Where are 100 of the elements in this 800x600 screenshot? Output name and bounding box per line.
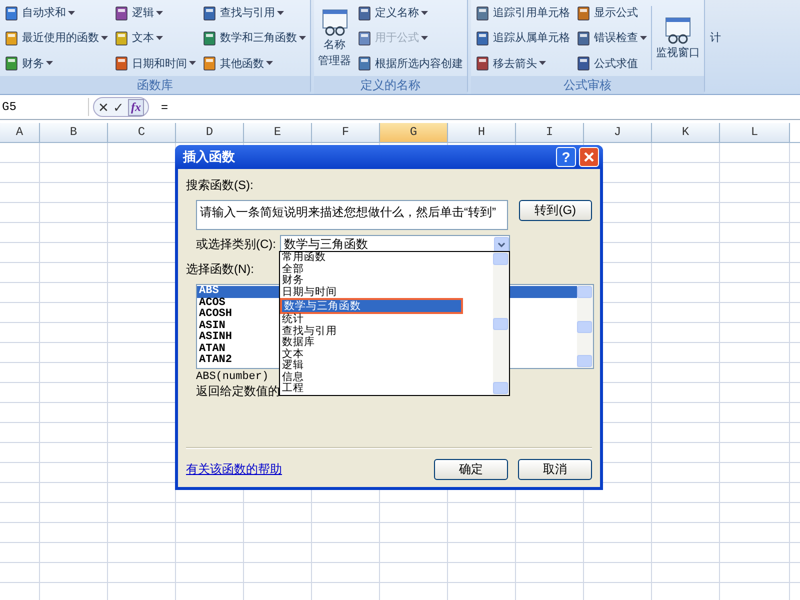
function-icon: [357, 4, 373, 21]
function-icon: [4, 55, 20, 72]
function-description: 返回给定数值的: [196, 383, 280, 400]
category-option[interactable]: 数学与三角函数: [280, 298, 463, 314]
ribbon-menu-button[interactable]: 文本: [114, 26, 196, 50]
function-icon: [357, 30, 373, 46]
function-label: 选择函数(N):: [186, 261, 254, 278]
category-dropdown[interactable]: 数学与三角函数: [280, 235, 510, 253]
caret-icon: [101, 36, 108, 40]
category-option[interactable]: 数据库: [280, 337, 493, 348]
scrollbar[interactable]: [577, 285, 593, 368]
function-icon: [114, 30, 130, 46]
group-label: 函数库: [0, 76, 310, 94]
column-header[interactable]: I: [516, 123, 584, 142]
ribbon-menu-button[interactable]: 公式求值: [576, 51, 647, 76]
ribbon-menu-button[interactable]: 根据所选内容创建: [357, 51, 463, 76]
category-option[interactable]: 查找与引用: [280, 326, 493, 337]
category-option[interactable]: 全部: [280, 264, 493, 275]
ribbon-menu-button[interactable]: 自动求和: [4, 0, 108, 25]
column-header[interactable]: H: [448, 123, 516, 142]
function-icon: [4, 4, 20, 21]
function-icon: [202, 4, 218, 21]
category-option[interactable]: 常用函数: [280, 252, 493, 264]
function-icon: [576, 55, 592, 72]
ribbon-menu-button[interactable]: 移去箭头: [475, 51, 570, 76]
category-option[interactable]: 文本: [280, 348, 493, 360]
function-icon: [202, 30, 218, 46]
ribbon-menu-button[interactable]: 其他函数: [202, 51, 306, 76]
search-field[interactable]: 请输入一条简短说明来描述您想做什么，然后单击“转到”: [196, 200, 508, 230]
function-icon: [475, 55, 491, 72]
caret-icon: [539, 61, 546, 66]
function-icon: [576, 4, 592, 21]
caret-icon: [156, 36, 163, 40]
caret-icon: [156, 10, 163, 15]
caret-icon: [299, 36, 306, 40]
column-header[interactable]: G: [380, 123, 448, 142]
ribbon-menu-button[interactable]: 追踪引用单元格: [475, 0, 570, 25]
category-label: 或选择类别(C):: [196, 236, 276, 252]
caret-icon: [277, 10, 284, 15]
scrollbar[interactable]: [493, 252, 509, 395]
category-option[interactable]: 日期与时间: [280, 286, 493, 298]
enter-formula-button[interactable]: ✓: [113, 100, 124, 114]
column-header[interactable]: L: [720, 123, 790, 142]
dialog-title: 插入函数: [183, 148, 236, 166]
ribbon-menu-button[interactable]: 日期和时间: [114, 51, 196, 76]
ribbon-menu-button[interactable]: 逻辑: [114, 0, 196, 25]
category-option[interactable]: 工程: [280, 383, 493, 394]
ribbon-menu-button[interactable]: 最近使用的函数: [4, 26, 108, 50]
go-button[interactable]: 转到(G): [518, 200, 592, 221]
close-button[interactable]: [579, 147, 599, 167]
ribbon-button-label[interactable]: 计: [710, 30, 721, 44]
category-option[interactable]: 信息: [280, 372, 493, 383]
ribbon-menu-button[interactable]: 数学和三角函数: [202, 26, 306, 50]
ribbon-large-button[interactable]: 监视窗口: [654, 0, 702, 76]
function-syntax: ABS(number): [196, 371, 269, 383]
caret-icon: [421, 36, 428, 40]
ribbon-menu-button[interactable]: 错误检查: [576, 26, 647, 50]
ribbon-menu-button[interactable]: 定义名称: [357, 0, 463, 25]
caret-icon: [266, 61, 273, 66]
column-header[interactable]: J: [584, 123, 652, 142]
function-icon: [114, 4, 130, 21]
formula-field[interactable]: =: [153, 100, 168, 114]
column-header[interactable]: E: [244, 123, 312, 142]
function-icon: [475, 30, 491, 46]
function-icon: [357, 55, 373, 72]
function-icon: [475, 4, 491, 21]
caret-icon: [189, 61, 196, 66]
caret-icon: [640, 36, 647, 40]
caret-icon: [68, 10, 75, 15]
function-icon: [576, 30, 592, 46]
cancel-button[interactable]: 取消: [518, 459, 592, 480]
search-label: 搜索函数(S):: [186, 177, 254, 194]
group-label: 公式审核: [471, 76, 704, 94]
close-icon: [584, 152, 594, 162]
category-option[interactable]: 统计: [280, 314, 493, 326]
help-button[interactable]: ?: [556, 147, 576, 167]
ribbon-menu-button[interactable]: 显示公式: [576, 0, 647, 25]
category-option[interactable]: 财务: [280, 275, 493, 286]
help-link[interactable]: 有关该函数的帮助: [186, 461, 424, 478]
group-label: 定义的名称: [314, 76, 467, 94]
function-icon: [202, 55, 218, 72]
caret-icon: [421, 10, 428, 15]
function-icon: [4, 30, 20, 46]
column-header[interactable]: A: [0, 123, 40, 142]
column-header[interactable]: K: [652, 123, 720, 142]
column-header[interactable]: F: [312, 123, 380, 142]
function-icon: [114, 55, 130, 72]
caret-icon: [46, 61, 53, 66]
category-option[interactable]: 逻辑: [280, 360, 493, 372]
column-header[interactable]: D: [176, 123, 244, 142]
insert-function-button[interactable]: fx: [128, 98, 144, 116]
ribbon-menu-button[interactable]: 查找与引用: [202, 0, 306, 25]
name-box[interactable]: G5: [0, 98, 89, 116]
ok-button[interactable]: 确定: [434, 459, 508, 480]
ribbon-menu-button[interactable]: 追踪从属单元格: [475, 26, 570, 50]
column-header[interactable]: B: [40, 123, 108, 142]
cancel-formula-button[interactable]: ✕: [98, 100, 109, 114]
column-header[interactable]: C: [108, 123, 176, 142]
ribbon-menu-button[interactable]: 财务: [4, 51, 108, 76]
ribbon-large-button[interactable]: 名称 管理器: [316, 0, 353, 76]
